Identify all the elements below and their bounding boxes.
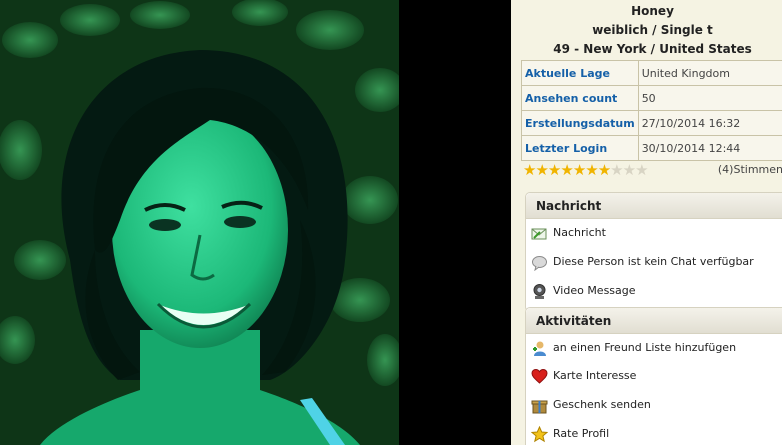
rating-stars[interactable]: ★★★★★★★★★★ bbox=[523, 161, 649, 179]
webcam-icon bbox=[533, 283, 546, 299]
rating-votes: (4)Stimmen bbox=[717, 163, 782, 176]
star-empty-icon[interactable]: ★ bbox=[610, 161, 623, 179]
rate-profile-label: Rate Profil bbox=[553, 427, 610, 440]
star-filled-icon[interactable]: ★ bbox=[548, 161, 561, 179]
send-gift-link[interactable]: Geschenk senden bbox=[531, 394, 651, 416]
chat-unavailable-link[interactable]: Diese Person ist kein Chat verfügbar bbox=[531, 251, 754, 273]
profile-photo[interactable] bbox=[0, 0, 399, 445]
profile-info-table: Aktuelle Lage United Kingdom Ansehen cou… bbox=[521, 60, 782, 161]
send-interest-card-label: Karte Interesse bbox=[553, 369, 637, 382]
star-empty-icon[interactable]: ★ bbox=[635, 161, 648, 179]
activities-section-title: Aktivitäten bbox=[526, 308, 782, 334]
star-filled-icon[interactable]: ★ bbox=[535, 161, 548, 179]
info-value: United Kingdom bbox=[637, 60, 782, 86]
video-message-link[interactable]: Video Message bbox=[531, 280, 636, 302]
profile-header: Honey weiblich / Single t 49 - New York … bbox=[511, 0, 782, 59]
send-interest-card-link[interactable]: Karte Interesse bbox=[531, 365, 636, 387]
info-value: 27/10/2014 16:32 bbox=[637, 110, 782, 136]
profile-panel: Honey weiblich / Single t 49 - New York … bbox=[511, 0, 782, 445]
info-key: Ansehen count bbox=[521, 85, 639, 111]
gift-icon bbox=[531, 400, 548, 413]
star-empty-icon[interactable]: ★ bbox=[623, 161, 636, 179]
star-rating: ★★★★★★★★★★ (4)Stimmen bbox=[523, 160, 782, 180]
info-row-views: Ansehen count 50 bbox=[521, 85, 782, 111]
info-value: 30/10/2014 12:44 bbox=[637, 135, 782, 161]
video-message-label: Video Message bbox=[553, 284, 636, 297]
info-row-last-login: Letzter Login 30/10/2014 12:44 bbox=[521, 135, 782, 161]
profile-gender-status: weiblich / Single t bbox=[592, 23, 713, 37]
chat-unavailable-label: Diese Person ist kein Chat verfügbar bbox=[553, 255, 754, 268]
add-friend-label: an einen Freund Liste hinzufügen bbox=[553, 341, 737, 354]
add-friend-link[interactable]: an einen Freund Liste hinzufügen bbox=[531, 337, 736, 359]
star-filled-icon[interactable]: ★ bbox=[560, 161, 573, 179]
envelope-arrow-icon bbox=[531, 228, 547, 239]
send-gift-label: Geschenk senden bbox=[553, 398, 651, 411]
rate-profile-link[interactable]: Rate Profil bbox=[531, 423, 609, 445]
star-filled-icon[interactable]: ★ bbox=[523, 161, 536, 179]
star-filled-icon[interactable]: ★ bbox=[573, 161, 586, 179]
chat-bubble-icon bbox=[532, 255, 547, 271]
message-section-title: Nachricht bbox=[526, 193, 782, 219]
info-key: Aktuelle Lage bbox=[521, 60, 639, 86]
info-value: 50 bbox=[637, 85, 782, 111]
info-row-created: Erstellungsdatum 27/10/2014 16:32 bbox=[521, 110, 782, 136]
heart-icon bbox=[531, 368, 548, 384]
add-friend-icon bbox=[533, 341, 546, 356]
send-message-link[interactable]: Nachricht bbox=[531, 222, 606, 244]
star-icon bbox=[531, 425, 548, 442]
info-key: Letzter Login bbox=[521, 135, 639, 161]
send-message-label: Nachricht bbox=[553, 226, 606, 239]
photo-gap bbox=[399, 0, 511, 445]
profile-name: Honey bbox=[631, 4, 674, 18]
profile-photo-image bbox=[0, 0, 399, 445]
info-key: Erstellungsdatum bbox=[521, 110, 639, 136]
info-row-location: Aktuelle Lage United Kingdom bbox=[521, 60, 782, 86]
star-filled-icon[interactable]: ★ bbox=[585, 161, 598, 179]
profile-age-location: 49 - New York / United States bbox=[553, 42, 752, 56]
star-filled-icon[interactable]: ★ bbox=[598, 161, 611, 179]
